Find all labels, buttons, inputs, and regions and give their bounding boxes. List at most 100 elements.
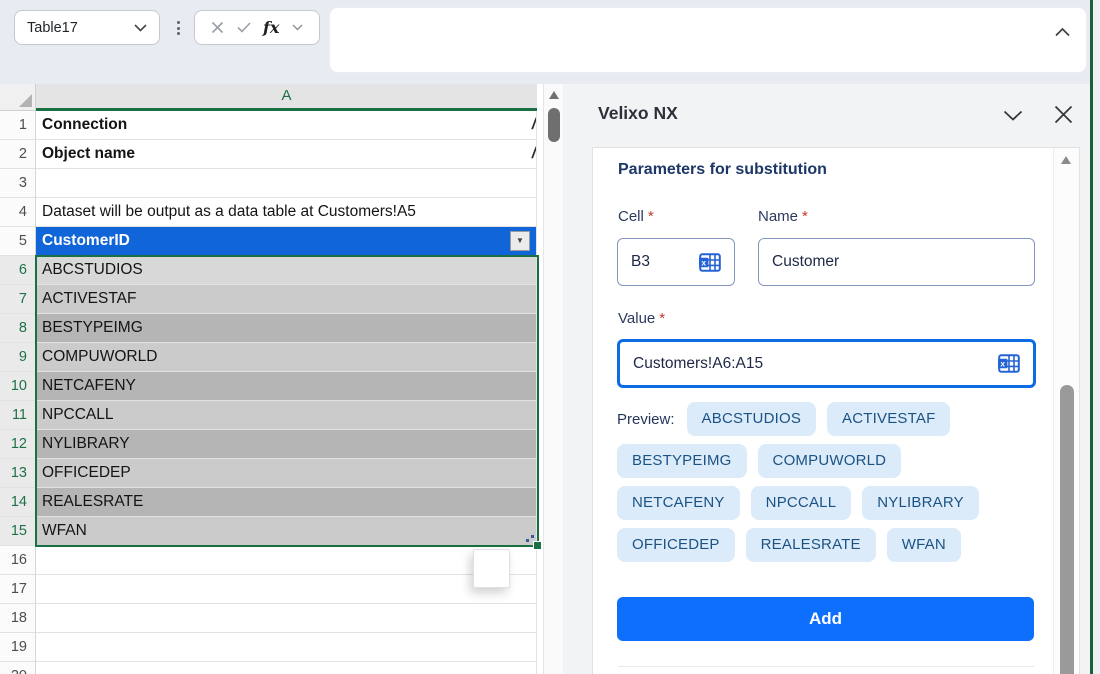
row-header-3[interactable]: 3 bbox=[0, 169, 35, 198]
name-field[interactable]: Customer bbox=[758, 238, 1035, 286]
required-mark: * bbox=[648, 208, 654, 225]
sheet-scrollbar[interactable] bbox=[543, 84, 563, 674]
chevron-down-icon[interactable] bbox=[134, 24, 147, 32]
row-header-9[interactable]: 9 bbox=[0, 343, 35, 372]
name-box-value: Table17 bbox=[27, 20, 78, 36]
cancel-icon[interactable] bbox=[211, 21, 224, 34]
velixo-task-pane: Velixo NX Parameters for substitution Ce… bbox=[563, 84, 1090, 674]
pane-scrollbar[interactable] bbox=[1053, 148, 1079, 674]
window-edge-strip bbox=[1093, 0, 1100, 674]
chevron-down-icon[interactable] bbox=[292, 24, 303, 31]
range-picker-icon[interactable]: x bbox=[699, 253, 721, 272]
preview-chip[interactable]: NPCCALL bbox=[751, 486, 852, 520]
fill-handle[interactable] bbox=[533, 541, 542, 550]
pane-scrollbar-thumb[interactable] bbox=[1060, 385, 1074, 674]
row-header-11[interactable]: 11 bbox=[0, 401, 35, 430]
cell-text: ACTIVESTAF bbox=[42, 290, 136, 307]
collapse-formula-bar-icon[interactable] bbox=[1055, 24, 1070, 42]
filter-dropdown-button[interactable]: ▼ bbox=[510, 231, 530, 251]
chip-row: Preview: ABCSTUDIOS ACTIVESTAF bbox=[617, 402, 1051, 436]
row-header-12[interactable]: 12 bbox=[0, 430, 35, 459]
add-button[interactable]: Add bbox=[617, 597, 1034, 641]
chevron-down-icon[interactable] bbox=[1003, 110, 1023, 121]
cell-A13[interactable]: OFFICEDEP bbox=[36, 459, 536, 488]
preview-label: Preview: bbox=[617, 411, 675, 428]
cell-field-label: Cell* bbox=[618, 208, 654, 225]
row-header-5[interactable]: 5 bbox=[0, 227, 35, 256]
cell-A6[interactable]: ABCSTUDIOS bbox=[36, 256, 536, 285]
row-header-4[interactable]: 4 bbox=[0, 198, 35, 227]
select-all-button[interactable] bbox=[0, 84, 36, 111]
row-header-10[interactable]: 10 bbox=[0, 372, 35, 401]
cell-A12[interactable]: NYLIBRARY bbox=[36, 430, 536, 459]
row-header-15[interactable]: 15 bbox=[0, 517, 35, 546]
divider bbox=[618, 666, 1034, 667]
preview-chip[interactable]: NYLIBRARY bbox=[862, 486, 979, 520]
cell-text: NETCAFENY bbox=[42, 377, 136, 394]
row-header-16[interactable]: 16 bbox=[0, 546, 35, 575]
floating-options-box[interactable] bbox=[473, 549, 510, 588]
row-header-17[interactable]: 17 bbox=[0, 575, 35, 604]
confirm-icon[interactable] bbox=[237, 22, 251, 33]
sheet-scrollbar-thumb[interactable] bbox=[548, 108, 560, 142]
excel-window: Table17 fx A 123456 bbox=[0, 0, 1100, 674]
chip-row: BESTYPEIMG COMPUWORLD bbox=[617, 444, 1051, 478]
row-header-19[interactable]: 19 bbox=[0, 633, 35, 662]
row-header-2[interactable]: 2 bbox=[0, 140, 35, 169]
preview-chip[interactable]: BESTYPEIMG bbox=[617, 444, 747, 478]
cell-A9[interactable]: COMPUWORLD bbox=[36, 343, 536, 372]
column-header-A[interactable]: A bbox=[36, 84, 537, 111]
kebab-menu-icon[interactable] bbox=[172, 18, 184, 38]
selection-corner-dot bbox=[526, 539, 529, 542]
cell-A4[interactable]: Dataset will be output as a data table a… bbox=[36, 198, 536, 227]
row-header-18[interactable]: 18 bbox=[0, 604, 35, 633]
cell-A17[interactable] bbox=[36, 575, 536, 604]
cell-A11[interactable]: NPCCALL bbox=[36, 401, 536, 430]
range-picker-icon[interactable]: x bbox=[998, 354, 1020, 373]
preview-chip[interactable]: WFAN bbox=[887, 528, 961, 562]
scroll-up-arrow-icon[interactable] bbox=[1061, 156, 1071, 164]
cell-text: COMPUWORLD bbox=[42, 348, 157, 365]
preview-chip[interactable]: ACTIVESTAF bbox=[827, 402, 950, 436]
value-field-label: Value* bbox=[618, 310, 665, 327]
pane-title: Velixo NX bbox=[598, 103, 678, 124]
cell-text: Dataset will be output as a data table a… bbox=[42, 203, 416, 220]
scroll-up-arrow-icon[interactable] bbox=[549, 91, 559, 99]
value-field[interactable]: Customers!A6:A15 x bbox=[617, 339, 1036, 388]
cells-column: Connection/Object name/Dataset will be o… bbox=[36, 111, 537, 674]
preview-chip[interactable]: ABCSTUDIOS bbox=[687, 402, 817, 436]
cell-A16[interactable] bbox=[36, 546, 536, 575]
row-header-20[interactable]: 20 bbox=[0, 662, 35, 674]
close-icon[interactable] bbox=[1054, 105, 1073, 124]
cell-A15[interactable]: WFAN bbox=[36, 517, 536, 546]
svg-text:x: x bbox=[1000, 358, 1005, 368]
preview-chip[interactable]: NETCAFENY bbox=[617, 486, 740, 520]
cell-A2[interactable]: Object name/ bbox=[36, 140, 536, 169]
name-box[interactable]: Table17 bbox=[14, 10, 160, 45]
row-header-8[interactable]: 8 bbox=[0, 314, 35, 343]
cell-A18[interactable] bbox=[36, 604, 536, 633]
row-header-13[interactable]: 13 bbox=[0, 459, 35, 488]
cell-A19[interactable] bbox=[36, 633, 536, 662]
cell-A1[interactable]: Connection/ bbox=[36, 111, 536, 140]
insert-function-button[interactable]: fx bbox=[263, 18, 279, 37]
cell-A10[interactable]: NETCAFENY bbox=[36, 372, 536, 401]
cell-A3[interactable] bbox=[36, 169, 536, 198]
cell-A8[interactable]: BESTYPEIMG bbox=[36, 314, 536, 343]
preview-chip[interactable]: REALESRATE bbox=[746, 528, 876, 562]
cell-field[interactable]: B3 x bbox=[617, 238, 735, 286]
cell-A14[interactable]: REALESRATE bbox=[36, 488, 536, 517]
cell-text: NYLIBRARY bbox=[42, 435, 130, 452]
row-header-14[interactable]: 14 bbox=[0, 488, 35, 517]
row-header-6[interactable]: 6 bbox=[0, 256, 35, 285]
formula-buttons: fx bbox=[194, 10, 320, 45]
preview-chip[interactable]: COMPUWORLD bbox=[758, 444, 902, 478]
cell-A7[interactable]: ACTIVESTAF bbox=[36, 285, 536, 314]
cell-A5[interactable]: CustomerID▼ bbox=[36, 227, 536, 256]
cell-A20[interactable] bbox=[36, 662, 536, 674]
row-header-7[interactable]: 7 bbox=[0, 285, 35, 314]
row-header-1[interactable]: 1 bbox=[0, 111, 35, 140]
cell-text: OFFICEDEP bbox=[42, 464, 131, 481]
formula-input[interactable] bbox=[330, 8, 1086, 72]
preview-chip[interactable]: OFFICEDEP bbox=[617, 528, 735, 562]
